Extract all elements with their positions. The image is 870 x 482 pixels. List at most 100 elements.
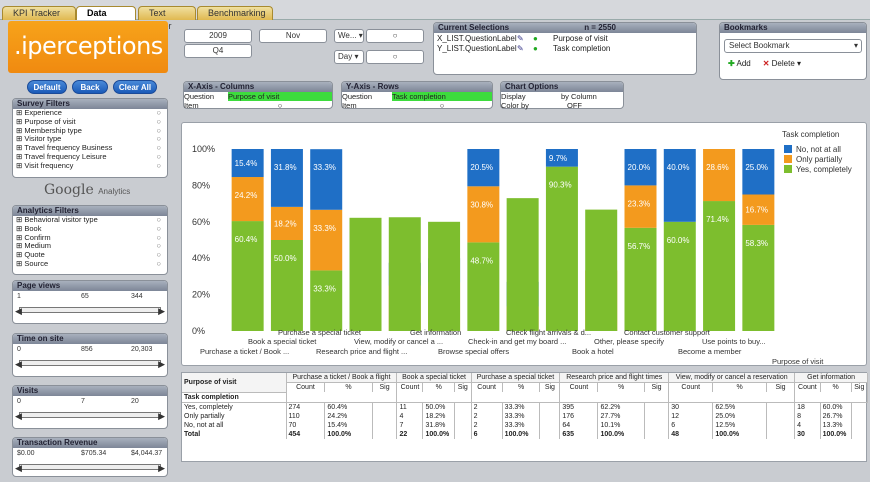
day-value: Day	[338, 52, 353, 61]
week-field[interactable]: We... ▾	[334, 29, 364, 43]
week-slider[interactable]: ○	[366, 29, 424, 43]
color-by-value: OFF	[567, 101, 582, 110]
table-cell: 10.1%	[597, 420, 645, 430]
table-cell: 395	[559, 402, 599, 412]
x-item-slider[interactable]: ○	[228, 101, 332, 110]
slider-track[interactable]	[19, 464, 161, 470]
slider-track[interactable]	[19, 412, 161, 418]
slider-tick-label: 1	[17, 293, 21, 300]
table-cell: 24.2%	[324, 411, 373, 421]
y-item-label: Item	[342, 101, 357, 110]
table-cell: 13.3%	[820, 420, 852, 430]
slider-tick-label: 20,303	[131, 346, 153, 353]
iperceptions-logo: .iperceptions	[8, 21, 168, 73]
table-cell: 100.0%	[597, 429, 645, 439]
slider-tick-label: 856	[81, 346, 93, 353]
day-field[interactable]: Day ▾	[334, 50, 364, 64]
x-axis-title: Purpose of visit	[772, 357, 824, 366]
slider-track[interactable]	[19, 360, 161, 366]
table-row[interactable]: Total 454 100.0% 22 100.0% 6 100.0% 635 100.0% 48…	[182, 429, 868, 439]
slider-right-arrow-icon[interactable]: ▶	[158, 307, 165, 316]
table-cell: 50.0%	[422, 402, 455, 412]
clear-all-button[interactable]: Clear All	[113, 80, 157, 94]
y-question-select[interactable]: Task completion	[392, 92, 492, 101]
data-label: 9.7%	[549, 154, 567, 163]
table-subheader: %	[597, 382, 645, 392]
range-slider[interactable]: Visits 0 7 20 ◀ ▶	[12, 385, 168, 429]
table-subheader: Sig	[766, 382, 796, 392]
table-row[interactable]: No, not at all 70 15.4% 7 31.8% 2 33.3% 64 10.1%…	[182, 420, 868, 430]
filter-item[interactable]: ⊞ Source ○	[13, 259, 167, 269]
chart-bar	[703, 149, 736, 202]
x-tick-label: Contact customer support	[624, 328, 711, 337]
table-cell: 11	[396, 402, 424, 412]
data-label: 20.5%	[470, 163, 493, 172]
slider-right-arrow-icon[interactable]: ▶	[158, 360, 165, 369]
x-tick-label: Become a member	[678, 347, 742, 356]
back-button[interactable]: Back	[72, 80, 108, 94]
slider-track[interactable]	[19, 307, 161, 313]
data-label: 15.4%	[235, 159, 258, 168]
y-axis-panel: Y-Axis - Rows Question Task completion It…	[341, 81, 493, 110]
add-bookmark-button[interactable]: ✚ Add	[728, 59, 751, 68]
tab-kpi-tracker[interactable]: KPI Tracker	[2, 6, 76, 20]
slider-left-arrow-icon[interactable]: ◀	[15, 464, 22, 473]
edit-icon[interactable]: ✎	[517, 34, 533, 44]
data-label: 60.0%	[667, 236, 690, 245]
tab-benchmarking[interactable]: Benchmarking	[197, 6, 273, 20]
table-subheader: Count	[396, 382, 424, 392]
display-select[interactable]: Display by Column	[501, 92, 623, 101]
tab-data-miner[interactable]: Data Miner	[76, 6, 136, 31]
y-item-slider[interactable]: ○	[392, 101, 492, 110]
year-field[interactable]: 2009	[184, 29, 252, 43]
color-by-select[interactable]: Color by OFF	[501, 101, 623, 110]
range-slider[interactable]: Time on site 0 856 20,303 ◀ ▶	[12, 333, 168, 377]
delete-bookmark-button[interactable]: ✕ Delete ▾	[763, 59, 801, 68]
default-button[interactable]: Default	[27, 80, 67, 94]
radio-icon[interactable]: ○	[156, 259, 161, 269]
slider-left-arrow-icon[interactable]: ◀	[15, 412, 22, 421]
slider-right-arrow-icon[interactable]: ▶	[158, 464, 165, 473]
data-label: 24.2%	[235, 191, 258, 200]
table-cell: 33.3%	[502, 420, 541, 430]
table-subheader: Sig	[644, 382, 670, 392]
range-slider[interactable]: Transaction Revenue $0.00 $705.34 $4,044.37…	[12, 437, 168, 477]
data-label: 58.3%	[745, 239, 768, 248]
edit-icon[interactable]: ✎	[517, 44, 533, 54]
selection-row[interactable]: X_LIST.QuestionLabel ✎ ● Purpose of visit	[437, 34, 693, 44]
data-label: 40.0%	[667, 163, 690, 172]
table-row[interactable]: Yes, completely 274 60.4% 11 50.0% 2 33.3% 395 6…	[182, 402, 868, 412]
quarter-field[interactable]: Q4	[184, 44, 252, 58]
radio-icon[interactable]: ○	[156, 161, 161, 171]
table-subheader: %	[712, 382, 767, 392]
table-row[interactable]: Only partially 110 24.2% 4 18.2% 2 33.3% 176 27.…	[182, 411, 868, 421]
display-label: Display	[501, 92, 526, 101]
slider-left-arrow-icon[interactable]: ◀	[15, 307, 22, 316]
selection-row[interactable]: Y_LIST.QuestionLabel ✎ ● Task completion	[437, 44, 693, 54]
table-cell	[644, 402, 670, 412]
chart-bar	[349, 217, 382, 331]
slider-tick-label: 65	[81, 293, 89, 300]
bookmark-select[interactable]: Select Bookmark ▾	[724, 39, 862, 53]
table-group-header: Purchase a ticket / Book a flight	[286, 373, 398, 383]
month-field[interactable]: Nov	[259, 29, 327, 43]
row-label: Total	[182, 429, 287, 439]
slider-right-arrow-icon[interactable]: ▶	[158, 412, 165, 421]
range-slider[interactable]: Page views 1 65 344 ◀ ▶	[12, 280, 168, 324]
table-subheader: Sig	[539, 382, 561, 392]
x-question-select[interactable]: Purpose of visit	[228, 92, 332, 101]
bookmarks-title: Bookmarks	[720, 23, 866, 33]
y-tick-label: 40%	[192, 253, 210, 263]
table-cell: 7	[396, 420, 424, 430]
filter-item[interactable]: ⊞ Visit frequency ○	[13, 161, 167, 171]
slider-left-arrow-icon[interactable]: ◀	[15, 360, 22, 369]
current-selections-panel: Current Selections n = 2550 X_LIST.Questi…	[433, 22, 697, 75]
table-cell: 12	[668, 411, 714, 421]
google-analytics-logo: Google Analytics	[44, 182, 164, 198]
table-cell: 4	[396, 411, 424, 421]
day-slider[interactable]: ○	[366, 50, 424, 64]
table-cell: 30	[668, 402, 714, 412]
tab-text-miner[interactable]: Text Miner	[138, 6, 196, 31]
table-group-header: Purchase a special ticket	[471, 373, 561, 383]
chart-bar	[388, 217, 421, 331]
